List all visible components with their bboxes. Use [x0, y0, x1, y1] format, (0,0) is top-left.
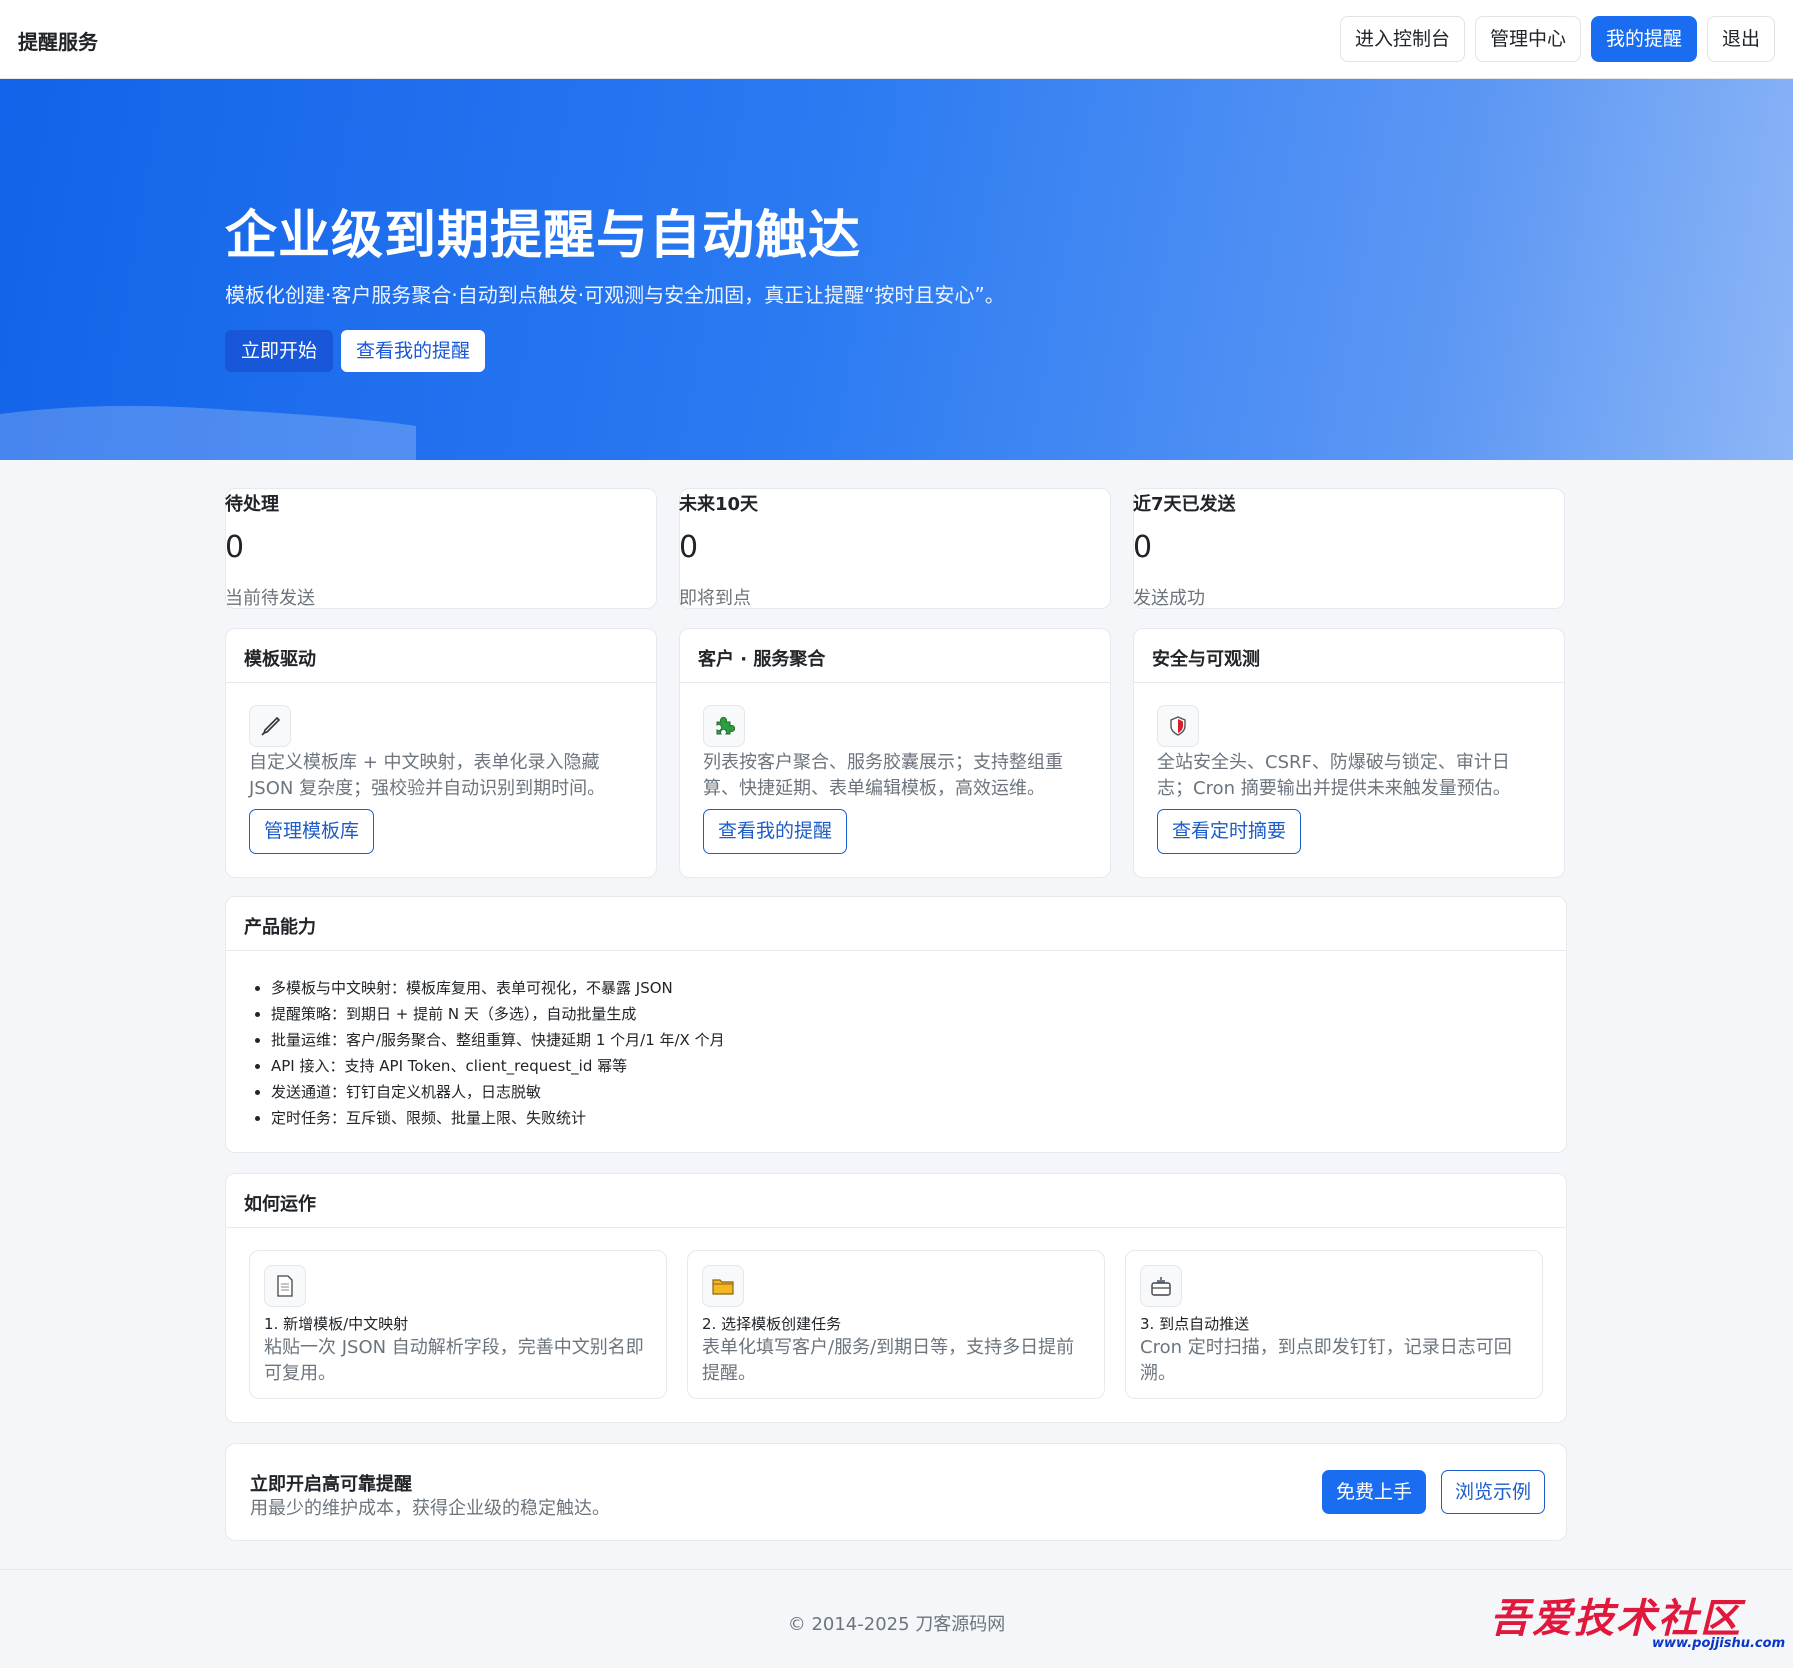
list-item: 定时任务：互斥锁、限频、批量上限、失败统计: [271, 1105, 725, 1131]
hero-subtitle: 模板化创建·客户服务聚合·自动到点触发·可观测与安全加固，真正让提醒“按时且安心…: [225, 283, 1005, 307]
step-card: 2. 选择模板创建任务 表单化填写客户/服务/到期日等，支持多日提前提醒。: [687, 1250, 1105, 1399]
browse-examples-button[interactable]: 浏览示例: [1441, 1470, 1546, 1514]
card-header: 产品能力: [226, 897, 1566, 951]
logout-button[interactable]: 退出: [1706, 16, 1775, 62]
list-item: API 接入：支持 API Token、client_request_id 幂等: [271, 1053, 725, 1079]
stat-title: 未来10天: [679, 494, 759, 515]
card-header: 模板驱动: [226, 629, 656, 683]
step-description: 粘贴一次 JSON 自动解析字段，完善中文别名即可复用。: [264, 1337, 644, 1384]
stat-value: 0: [225, 530, 245, 565]
robot-icon: [1140, 1265, 1182, 1307]
stat-card-pending: 待处理 0 当前待发送: [225, 488, 657, 609]
hero-banner: 企业级到期提醒与自动触达 模板化创建·客户服务聚合·自动到点触发·可观测与安全加…: [0, 79, 1793, 460]
stat-value: 0: [679, 530, 699, 565]
card-header: 客户 · 服务聚合: [680, 629, 1110, 683]
card-header: 安全与可观测: [1134, 629, 1564, 683]
list-item: 批量运维：客户/服务聚合、整组重算、快捷延期 1 个月/1 年/X 个月: [271, 1027, 725, 1053]
list-item: 多模板与中文映射：模板库复用、表单可视化，不暴露 JSON: [271, 975, 725, 1001]
admin-center-button[interactable]: 管理中心: [1474, 16, 1581, 62]
document-icon: [264, 1265, 306, 1307]
step-card: 1. 新增模板/中文映射 粘贴一次 JSON 自动解析字段，完善中文别名即可复用…: [249, 1250, 667, 1399]
step-title: 1. 新增模板/中文映射: [264, 1315, 409, 1333]
stat-card-upcoming: 未来10天 0 即将到点: [679, 488, 1111, 609]
nav-buttons: 进入控制台 管理中心 我的提醒 退出: [1339, 16, 1775, 62]
start-now-button[interactable]: 立即开始: [225, 330, 334, 372]
view-my-reminders-button[interactable]: 查看我的提醒: [703, 809, 848, 854]
feature-card-security: 安全与可观测 全站安全头、CSRF、防爆破与锁定、审计日志；Cron 摘要输出并…: [1133, 628, 1565, 878]
step-title: 2. 选择模板创建任务: [702, 1315, 842, 1333]
list-item: 提醒策略：到期日 + 提前 N 天（多选），自动批量生成: [271, 1001, 725, 1027]
shield-icon: [1157, 705, 1199, 747]
brand-logo[interactable]: 提醒服务: [18, 26, 98, 55]
brush-icon: [249, 705, 291, 747]
stat-title: 待处理: [225, 494, 279, 515]
cta-subtitle: 用最少的维护成本，获得企业级的稳定触达。: [250, 1498, 610, 1519]
feature-description: 全站安全头、CSRF、防爆破与锁定、审计日志；Cron 摘要输出并提供未来触发量…: [1157, 752, 1511, 799]
hero-wave-decoration: [0, 405, 416, 460]
hero-title: 企业级到期提醒与自动触达: [225, 206, 862, 266]
my-reminders-button[interactable]: 我的提醒: [1590, 16, 1697, 62]
stat-value: 0: [1133, 530, 1153, 565]
puzzle-icon: [703, 705, 745, 747]
how-it-works-card: 如何运作 1. 新增模板/中文映射 粘贴一次 JSON 自动解析字段，完善中文别…: [225, 1173, 1567, 1423]
watermark-url: www.pojjishu.com: [1652, 1636, 1786, 1651]
view-reminders-button[interactable]: 查看我的提醒: [341, 330, 486, 372]
feature-card-aggregation: 客户 · 服务聚合 列表按客户聚合、服务胶囊展示；支持整组重算、快捷延期、表单编…: [679, 628, 1111, 878]
step-description: 表单化填写客户/服务/到期日等，支持多日提前提醒。: [702, 1337, 1075, 1384]
view-cron-summary-button[interactable]: 查看定时摘要: [1157, 809, 1302, 854]
feature-description: 自定义模板库 + 中文映射，表单化录入隐藏 JSON 复杂度；强校验并自动识别到…: [249, 752, 606, 799]
step-card: 3. 到点自动推送 Cron 定时扫描，到点即发钉钉，记录日志可回溯。: [1125, 1250, 1543, 1399]
manage-templates-button[interactable]: 管理模板库: [249, 809, 375, 854]
capabilities-card: 产品能力 多模板与中文映射：模板库复用、表单可视化，不暴露 JSON 提醒策略：…: [225, 896, 1567, 1153]
cta-card: 立即开启高可靠提醒 用最少的维护成本，获得企业级的稳定触达。 免费上手 浏览示例: [225, 1443, 1567, 1541]
watermark-logo: 吾爱技术社区 www.pojjishu.com: [1490, 1586, 1790, 1656]
stat-subtitle: 发送成功: [1133, 588, 1205, 609]
top-navbar: 提醒服务 进入控制台 管理中心 我的提醒 退出: [0, 0, 1793, 79]
list-item: 发送通道：钉钉自定义机器人，日志脱敏: [271, 1079, 725, 1105]
feature-card-templates: 模板驱动 自定义模板库 + 中文映射，表单化录入隐藏 JSON 复杂度；强校验并…: [225, 628, 657, 878]
stat-title: 近7天已发送: [1133, 494, 1236, 515]
stat-subtitle: 当前待发送: [225, 588, 315, 609]
step-title: 3. 到点自动推送: [1140, 1315, 1250, 1333]
card-header: 如何运作: [226, 1174, 1566, 1228]
folder-icon: [702, 1265, 744, 1307]
stat-subtitle: 即将到点: [679, 588, 751, 609]
feature-description: 列表按客户聚合、服务胶囊展示；支持整组重算、快捷延期、表单编辑模板，高效运维。: [703, 752, 1063, 799]
free-start-button[interactable]: 免费上手: [1322, 1470, 1427, 1514]
capabilities-list: 多模板与中文映射：模板库复用、表单可视化，不暴露 JSON 提醒策略：到期日 +…: [271, 975, 725, 1131]
step-description: Cron 定时扫描，到点即发钉钉，记录日志可回溯。: [1140, 1337, 1512, 1384]
cta-title: 立即开启高可靠提醒: [250, 1474, 412, 1495]
console-button[interactable]: 进入控制台: [1339, 16, 1465, 62]
stat-card-sent: 近7天已发送 0 发送成功: [1133, 488, 1565, 609]
